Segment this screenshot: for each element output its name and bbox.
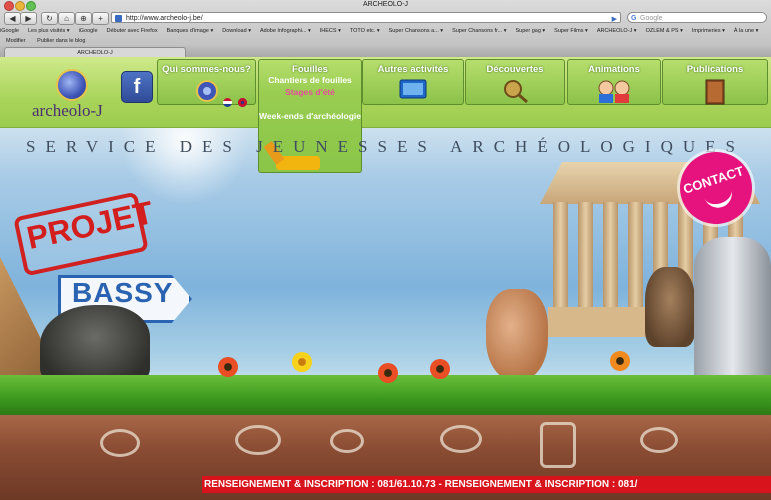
amphora-image: [486, 289, 548, 381]
bookmark-item[interactable]: OZLEM & PS ▾: [646, 28, 683, 34]
address-bar[interactable]: http://www.archeolo-j.be/ ▶: [111, 12, 621, 23]
service-banner: SERVICE DES JEUNESSES ARCHÉOLOGIQUES: [26, 137, 745, 156]
search-input[interactable]: G Google: [627, 12, 767, 23]
bookmark-item[interactable]: À la une ▾: [734, 28, 758, 34]
menu-label: Publications: [686, 64, 744, 75]
site-header: archeolo-J f Qui sommes-nous? Fouilles C…: [0, 57, 771, 173]
forward-button[interactable]: ▶: [20, 12, 37, 25]
menu-label: Animations: [588, 64, 640, 75]
temple-column: [553, 202, 568, 312]
bone-fossil: [330, 429, 364, 453]
bookmark-item[interactable]: Imprimeries ▾: [692, 28, 725, 34]
sign-text: BASSY: [72, 277, 174, 308]
temple-column: [603, 202, 618, 312]
site-logo[interactable]: archeolo-J: [6, 65, 116, 125]
language-flags: [222, 94, 248, 112]
temple-column: [628, 202, 643, 312]
bookmark-item[interactable]: iGoogle: [0, 28, 19, 34]
edit-button[interactable]: Modifier: [6, 38, 26, 44]
menu-qui-sommes-nous[interactable]: Qui sommes-nous?: [157, 59, 256, 107]
menu-decouvertes[interactable]: Découvertes: [465, 59, 565, 105]
menu-animations[interactable]: Animations: [567, 59, 661, 105]
flag-uk-icon[interactable]: [238, 98, 248, 107]
book-icon: [705, 79, 725, 105]
go-icon[interactable]: ▶: [612, 14, 617, 25]
menu-label: Découvertes: [486, 64, 544, 75]
url-text: http://www.archeolo-j.be/: [126, 15, 203, 22]
bookmark-item[interactable]: Super Chansons a... ▾: [389, 28, 443, 34]
bookmark-item[interactable]: Les plus visités ▾: [28, 28, 70, 34]
ribcage-fossil: [540, 422, 576, 468]
bone-fossil: [640, 427, 678, 453]
poppy-flower: [378, 363, 398, 383]
bookmark-item[interactable]: Super Films ▾: [554, 28, 588, 34]
web-page: archeolo-J f Qui sommes-nous? Fouilles C…: [0, 57, 771, 500]
site-favicon-icon: [115, 15, 122, 22]
characters-icon: [598, 80, 630, 103]
skull-fossil: [440, 425, 482, 453]
skull-fossil: [100, 429, 140, 457]
reload-button[interactable]: ↻: [41, 12, 58, 25]
navigation-toolbar: ◀ ▶ ↻ ⌂ ⊕ + http://www.archeolo-j.be/ ▶ …: [0, 10, 771, 25]
temple-column: [578, 202, 593, 312]
bookmark-item[interactable]: TOTO etc. ▾: [350, 28, 380, 34]
monitor-icon: [399, 79, 427, 99]
bookmark-item[interactable]: IHECS ▾: [320, 28, 341, 34]
yellow-flower: [292, 352, 312, 372]
gargoyle-image: [645, 267, 695, 347]
bookmark-item[interactable]: Super Chansons fr... ▾: [452, 28, 506, 34]
bookmark-item[interactable]: Débuter avec Firefox: [107, 28, 158, 34]
home-button[interactable]: ⌂: [58, 12, 75, 25]
poppy-flower: [430, 359, 450, 379]
knight-armor-image: [694, 237, 771, 387]
menu-label: Fouilles: [292, 64, 328, 75]
publish-blog-button[interactable]: Publier dans le blog: [37, 38, 85, 44]
bookmark-item[interactable]: Download ▾: [222, 28, 251, 34]
flag-nl-icon[interactable]: [223, 98, 232, 107]
info-ticker: RENSEIGNEMENT & INSCRIPTION : 081/61.10.…: [202, 476, 771, 493]
bookmark-item[interactable]: Banques d'image ▾: [167, 28, 214, 34]
menu-autres-activites[interactable]: Autres activités: [362, 59, 464, 105]
logo-globe-icon: [56, 69, 88, 101]
window-title: ARCHEOLO-J: [362, 1, 409, 8]
rss-button[interactable]: ⊕: [75, 12, 92, 25]
globe-logo-icon: [195, 80, 218, 102]
skull-fossil: [235, 425, 281, 455]
search-placeholder: Google: [640, 15, 663, 22]
add-bookmark-button[interactable]: +: [92, 12, 109, 25]
logo-text: archeolo-J: [32, 101, 103, 120]
bookmark-item[interactable]: iGoogle: [79, 28, 98, 34]
bookmark-item[interactable]: Adobe Infographi... ▾: [260, 28, 311, 34]
statue-image: [40, 305, 150, 385]
menu-publications[interactable]: Publications: [662, 59, 768, 105]
browser-chrome: ARCHEOLO-J ◀ ▶ ↻ ⌂ ⊕ + http://www.archeo…: [0, 0, 771, 58]
menu-label: Autres activités: [377, 64, 449, 75]
tab-bar: ARCHEOLO-J: [0, 46, 771, 58]
facebook-button[interactable]: f: [121, 71, 153, 103]
bookmark-item[interactable]: Super gag ▾: [516, 28, 546, 34]
poppy-flower: [218, 357, 238, 377]
menu-label: Qui sommes-nous?: [162, 64, 251, 75]
bookmark-item[interactable]: ARCHEOLO-J ▾: [597, 28, 637, 34]
submenu-weekends[interactable]: Week-ends d'archéologie: [259, 111, 361, 121]
submenu-stages[interactable]: Stages d'été: [259, 87, 361, 97]
google-icon: G: [631, 15, 637, 22]
magnifier-icon: [504, 80, 528, 103]
orange-flower: [610, 351, 630, 371]
secondary-toolbar: Modifier Publier dans le blog: [0, 36, 771, 46]
back-button[interactable]: ◀: [4, 12, 21, 25]
submenu-chantiers[interactable]: Chantiers de fouilles: [259, 75, 361, 85]
bookmarks-bar: iGoogle Les plus visités ▾ iGoogle Débuter …: [0, 26, 771, 36]
